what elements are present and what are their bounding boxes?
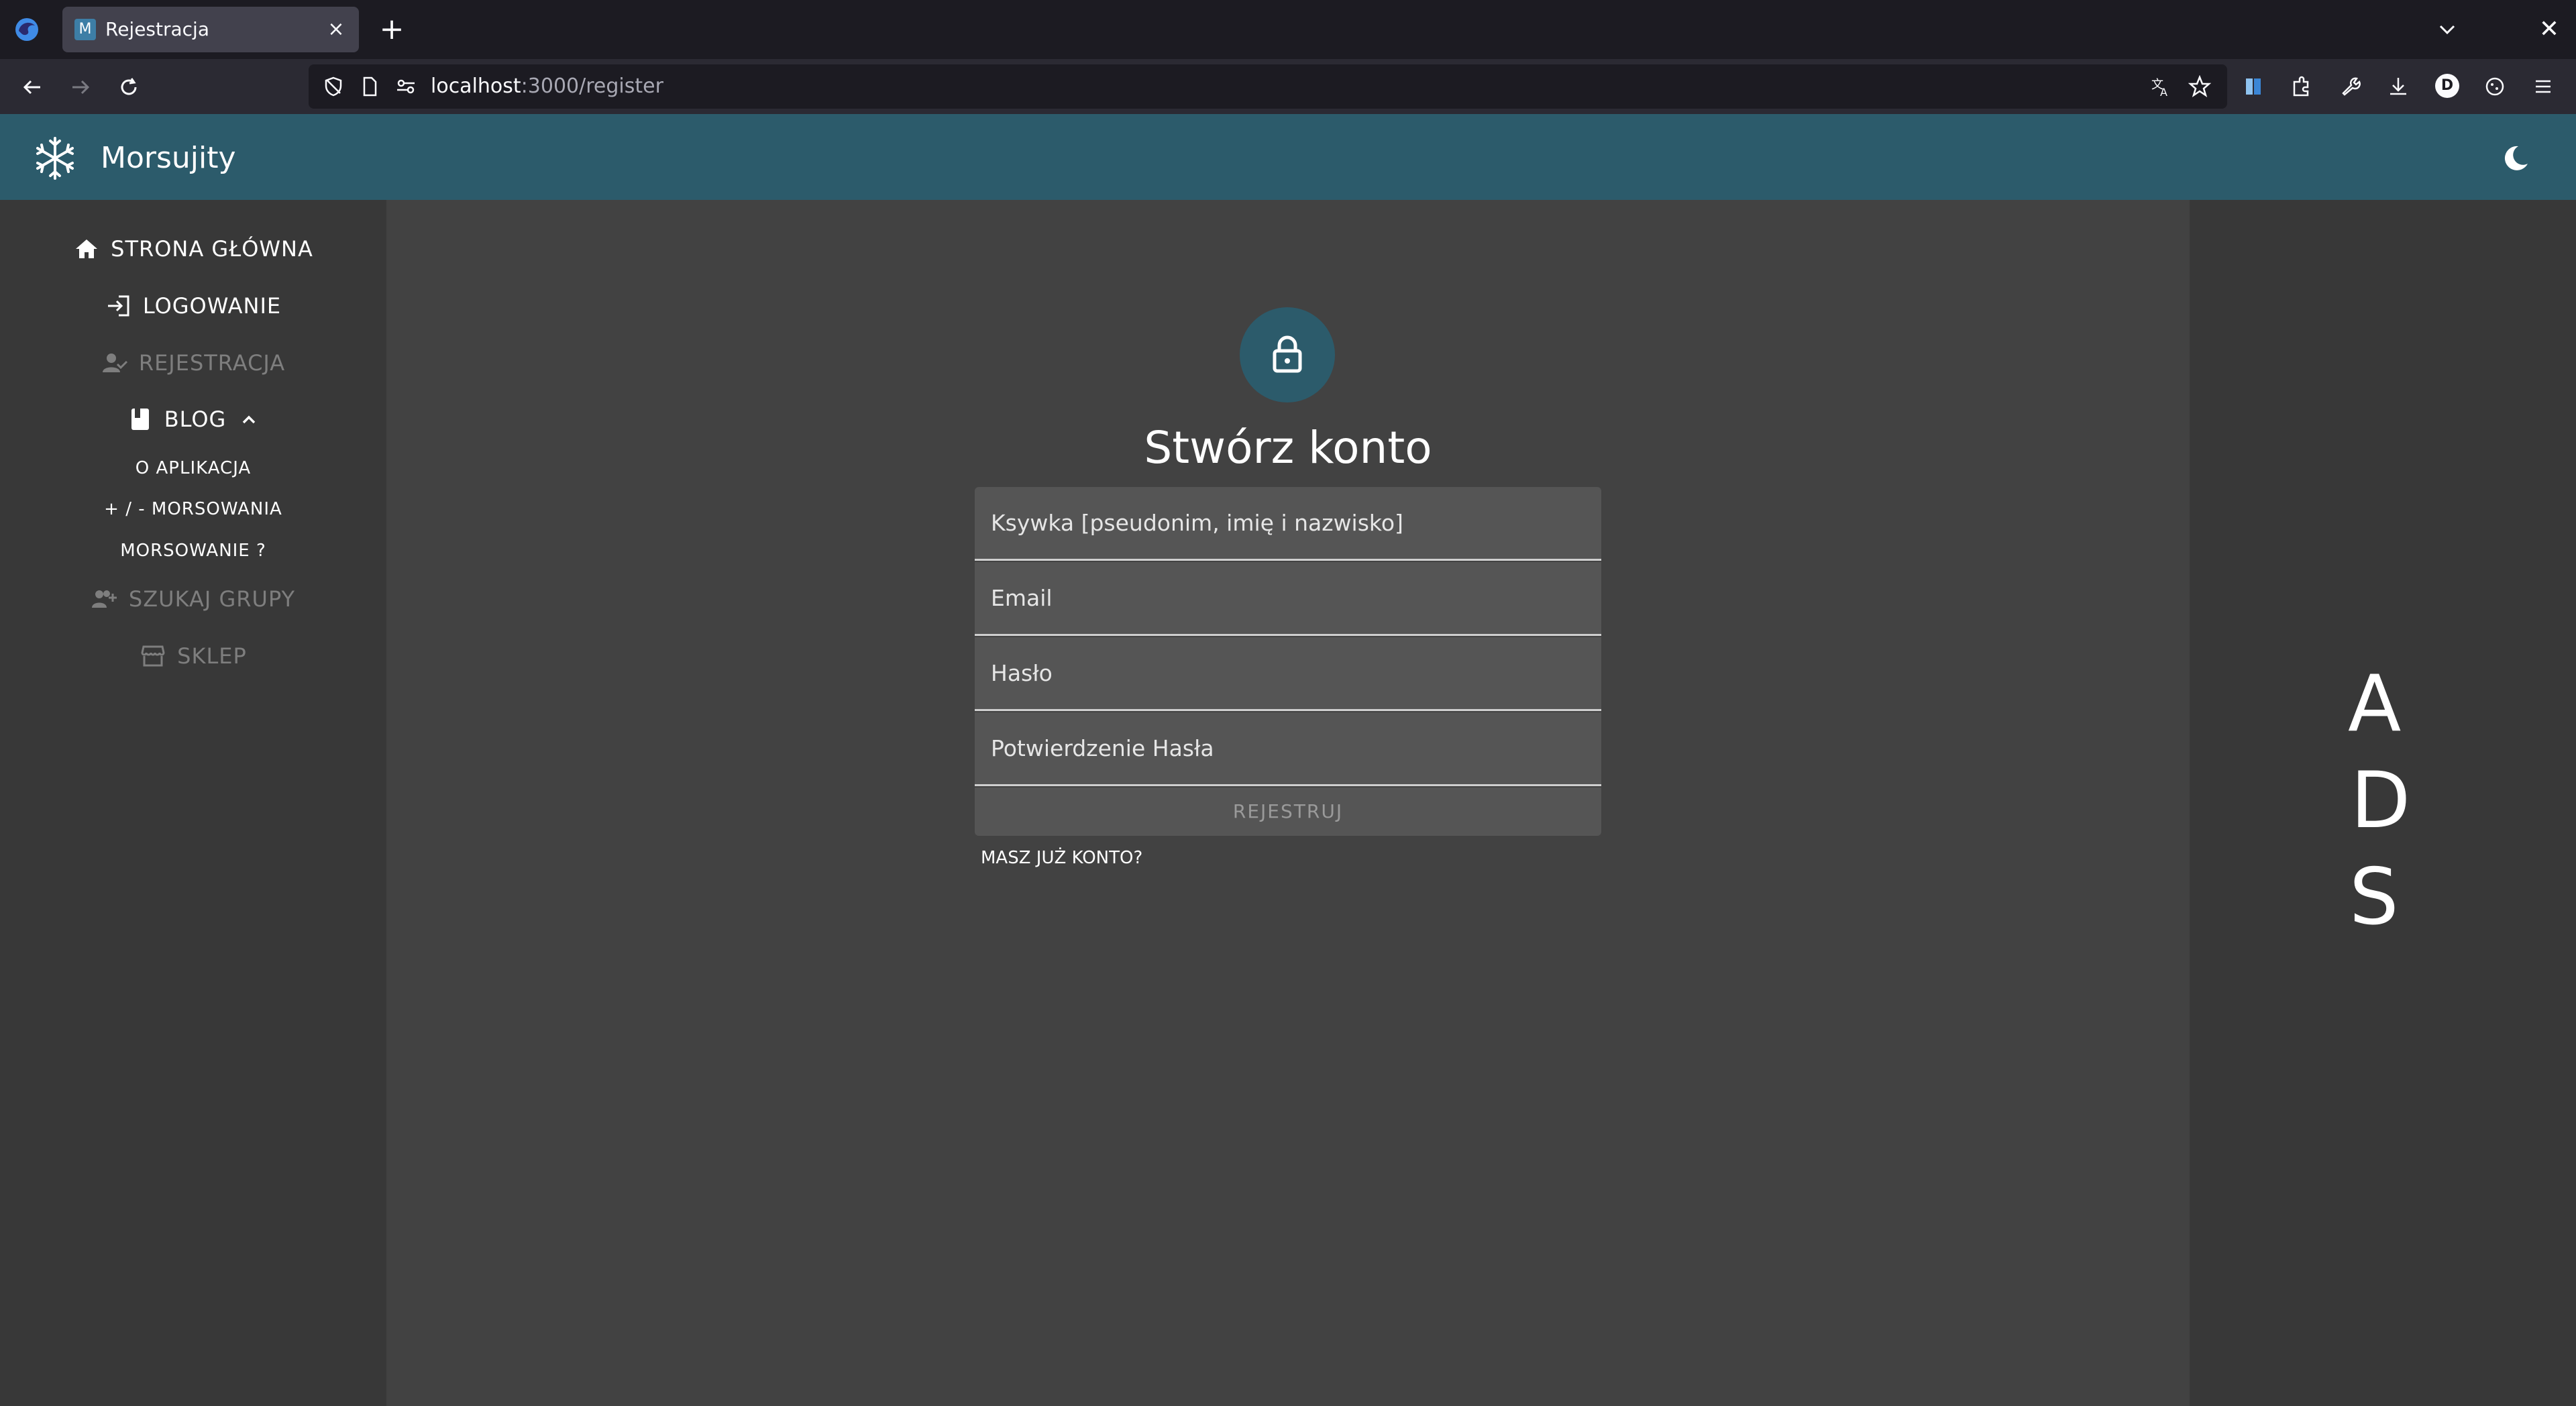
page-info-icon[interactable]	[358, 75, 381, 98]
sidebar-item-shop: SKLEP	[0, 633, 386, 680]
menu-hamburger-icon[interactable]	[2528, 71, 2559, 102]
sidebar-item-label: SZUKAJ GRUPY	[128, 586, 296, 612]
moon-icon[interactable]	[2498, 141, 2533, 176]
email-field[interactable]	[975, 562, 1601, 636]
home-icon	[76, 239, 98, 258]
browser-tab-bar: M Rejestracja × + ✕	[0, 0, 2576, 59]
login-icon	[107, 295, 129, 317]
ads-letter-s: S	[2349, 852, 2399, 942]
password-field[interactable]	[975, 637, 1601, 711]
close-tab-icon[interactable]: ×	[324, 17, 348, 42]
sidebar-item-label: BLOG	[164, 407, 227, 432]
confirm-password-field[interactable]	[975, 712, 1601, 786]
user-check-icon	[102, 354, 127, 372]
lock-icon	[1273, 335, 1302, 373]
reader-extension-icon[interactable]	[2238, 71, 2269, 102]
book-icon	[131, 409, 149, 430]
tracking-protection-icon[interactable]	[322, 75, 345, 98]
url-text[interactable]: localhost:3000/register	[431, 75, 663, 98]
ads-letter-d: D	[2351, 755, 2411, 846]
app-header: Morsujity	[0, 114, 2576, 200]
lock-avatar	[1240, 307, 1335, 402]
main-content: Stwórz konto REJESTRUJ MASZ JUŻ KONTO?	[386, 200, 2190, 1406]
chevron-up-icon[interactable]	[238, 409, 260, 430]
profile-avatar-icon[interactable]: D	[2435, 74, 2459, 98]
back-arrow-icon[interactable]	[16, 71, 48, 103]
cookie-extension-icon[interactable]	[2479, 71, 2510, 102]
sidebar-item-find-group: SZUKAJ GRUPY	[0, 576, 386, 623]
chevron-down-icon[interactable]	[2431, 13, 2463, 46]
brand-name[interactable]: Morsujity	[101, 138, 236, 178]
sidebar-item-register: REJESTRACJA	[0, 339, 386, 386]
store-icon	[141, 645, 165, 667]
sidebar-item-label: SKLEP	[177, 643, 247, 669]
browser-nav-bar: localhost:3000/register 文 A D	[0, 59, 2576, 114]
svg-text:A: A	[2160, 86, 2167, 98]
browser-tab[interactable]: M Rejestracja ×	[62, 7, 359, 52]
url-path: :3000/register	[521, 74, 663, 98]
sidebar-subitem-about[interactable]: O APLIKACJA	[0, 451, 386, 485]
forward-arrow-icon[interactable]	[64, 71, 97, 103]
group-add-icon	[91, 590, 117, 608]
close-window-icon[interactable]: ✕	[2533, 13, 2565, 46]
new-tab-icon[interactable]: +	[376, 13, 408, 46]
reload-icon[interactable]	[113, 71, 145, 103]
tab-title: Rejestracja	[105, 18, 209, 40]
wrench-icon[interactable]	[2334, 71, 2365, 102]
snowflake-icon	[36, 137, 74, 180]
ads-letter-a: A	[2348, 659, 2402, 749]
sidebar-item-login[interactable]: LOGOWANIE	[0, 282, 386, 329]
page-title: Stwórz konto	[1144, 422, 1432, 474]
nickname-field[interactable]	[975, 487, 1601, 561]
email-input[interactable]	[975, 562, 1601, 634]
download-icon[interactable]	[2383, 71, 2414, 102]
extensions-puzzle-icon[interactable]	[2286, 71, 2317, 102]
register-button[interactable]: REJESTRUJ	[975, 788, 1601, 836]
sidebar-item-label: STRONA GŁÓWNA	[111, 236, 313, 262]
bookmark-star-icon[interactable]	[2188, 75, 2211, 98]
confirm-password-input[interactable]	[975, 712, 1601, 784]
translate-icon[interactable]: 文 A	[2149, 75, 2172, 98]
tab-favicon: M	[74, 19, 96, 40]
url-host: localhost	[431, 74, 521, 98]
firefox-logo-icon[interactable]	[13, 16, 40, 43]
sidebar: STRONA GŁÓWNA LOGOWANIE REJESTRACJA BLOG…	[0, 200, 386, 1406]
password-input[interactable]	[975, 637, 1601, 709]
sidebar-item-label: REJESTRACJA	[138, 350, 286, 376]
sidebar-item-label: LOGOWANIE	[142, 293, 282, 319]
sidebar-item-home[interactable]: STRONA GŁÓWNA	[0, 225, 386, 272]
sidebar-subitem-pros-cons[interactable]: + / - MORSOWANIA	[0, 492, 386, 526]
sidebar-item-blog[interactable]: BLOG	[0, 396, 386, 443]
have-account-link[interactable]: MASZ JUŻ KONTO?	[981, 847, 1142, 869]
permissions-icon[interactable]	[394, 75, 417, 98]
sidebar-subitem-what-is[interactable]: MORSOWANIE ?	[0, 534, 386, 567]
address-bar[interactable]: localhost:3000/register 文 A	[309, 64, 2227, 109]
ads-column: A D S	[2190, 200, 2576, 1406]
nickname-input[interactable]	[975, 487, 1601, 559]
